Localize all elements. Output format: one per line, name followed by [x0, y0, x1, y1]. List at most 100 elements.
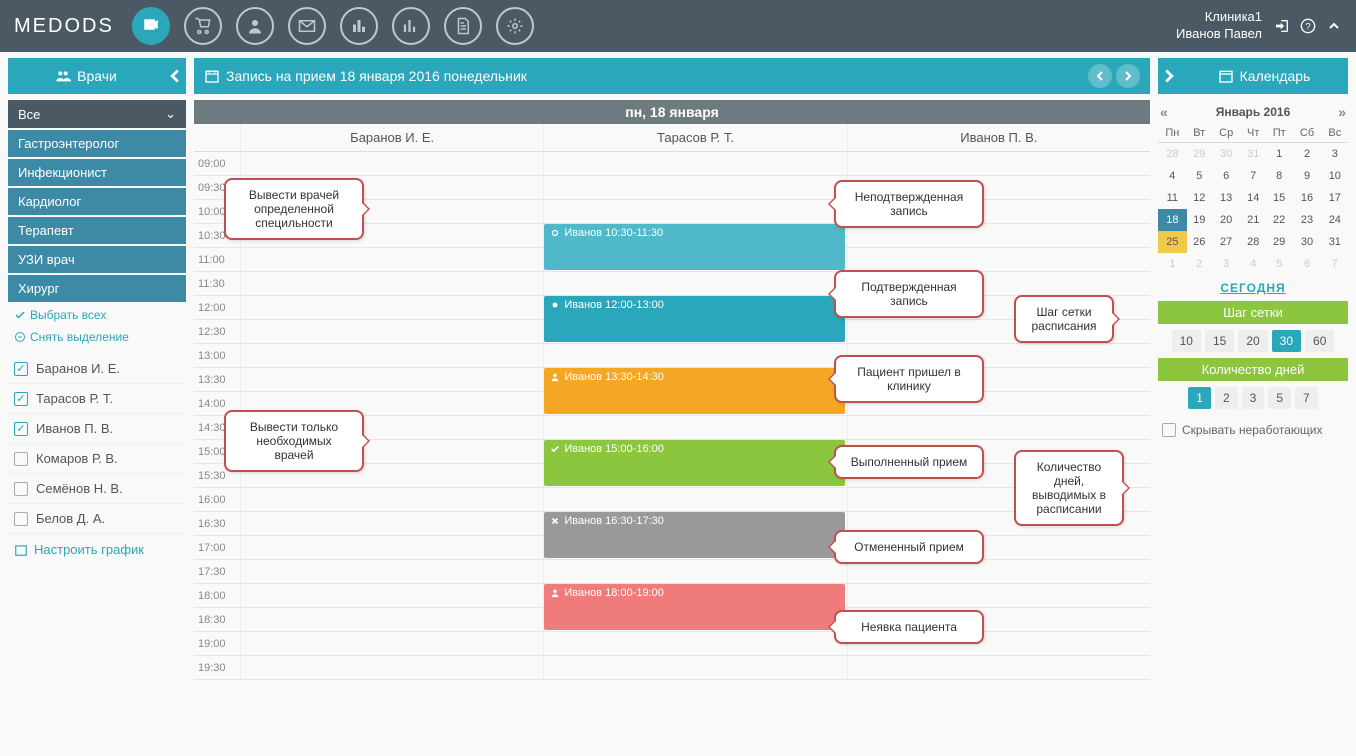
schedule-cell[interactable] [847, 152, 1150, 175]
doctor-item[interactable]: Иванов П. В. [8, 414, 186, 444]
schedule-cell[interactable] [543, 488, 846, 511]
schedule-cell[interactable] [847, 248, 1150, 271]
deselect-all-link[interactable]: Снять выделение [8, 326, 186, 348]
appointment[interactable]: Иванов 16:30-17:30 [544, 512, 844, 558]
doctor-checkbox[interactable] [14, 452, 28, 466]
calendar-day[interactable]: 30 [1212, 143, 1241, 166]
schedule-cell[interactable] [240, 488, 543, 511]
next-month-icon[interactable]: » [1338, 104, 1346, 120]
days-count-button[interactable]: 5 [1268, 387, 1291, 409]
spec-item[interactable]: Кардиолог [8, 188, 186, 215]
schedule-cell[interactable] [240, 248, 543, 271]
calendar-day[interactable]: 7 [1241, 165, 1266, 187]
appointment[interactable]: Иванов 12:00-13:00 [544, 296, 844, 342]
calendar-day[interactable]: 4 [1158, 165, 1187, 187]
doctor-checkbox[interactable] [14, 482, 28, 496]
nav-patient-icon[interactable] [236, 7, 274, 45]
calendar-day[interactable]: 14 [1241, 187, 1266, 209]
calendar-day[interactable]: 9 [1292, 165, 1321, 187]
calendar-day[interactable]: 13 [1212, 187, 1241, 209]
days-count-button[interactable]: 3 [1242, 387, 1265, 409]
grid-step-button[interactable]: 30 [1272, 330, 1301, 352]
appointment[interactable]: Иванов 13:30-14:30 [544, 368, 844, 414]
calendar-day[interactable]: 2 [1292, 143, 1321, 166]
calendar-day[interactable]: 15 [1266, 187, 1293, 209]
calendar-day[interactable]: 5 [1266, 253, 1293, 275]
schedule-cell[interactable] [543, 560, 846, 583]
calendar-day[interactable]: 19 [1187, 209, 1212, 231]
schedule-cell[interactable]: Иванов 13:30-14:30 [543, 368, 846, 391]
days-count-button[interactable]: 2 [1215, 387, 1238, 409]
doctor-item[interactable]: Семёнов Н. В. [8, 474, 186, 504]
schedule-cell[interactable]: Иванов 15:00-16:00 [543, 440, 846, 463]
nav-mail-icon[interactable] [288, 7, 326, 45]
calendar-day[interactable]: 17 [1322, 187, 1348, 209]
calendar-day[interactable]: 29 [1266, 231, 1293, 253]
calendar-day[interactable]: 27 [1212, 231, 1241, 253]
grid-step-button[interactable]: 60 [1305, 330, 1334, 352]
schedule-cell[interactable]: Иванов 18:00-19:00 [543, 584, 846, 607]
help-icon[interactable]: ? [1300, 18, 1316, 34]
schedule-cell[interactable] [240, 560, 543, 583]
schedule-cell[interactable] [543, 200, 846, 223]
doctor-checkbox[interactable] [14, 392, 28, 406]
calendar-day[interactable]: 23 [1292, 209, 1321, 231]
chevron-up-icon[interactable] [1326, 18, 1342, 34]
schedule-cell[interactable] [847, 584, 1150, 607]
calendar-day[interactable]: 5 [1187, 165, 1212, 187]
logout-icon[interactable] [1274, 18, 1290, 34]
schedule-cell[interactable] [543, 656, 846, 679]
nav-org-icon[interactable] [340, 7, 378, 45]
calendar-day[interactable]: 7 [1322, 253, 1348, 275]
schedule-cell[interactable] [543, 152, 846, 175]
calendar-day[interactable]: 8 [1266, 165, 1293, 187]
grid-step-button[interactable]: 15 [1205, 330, 1234, 352]
calendar-day[interactable]: 20 [1212, 209, 1241, 231]
calendar-day[interactable]: 4 [1241, 253, 1266, 275]
today-link[interactable]: СЕГОДНЯ [1220, 281, 1285, 295]
next-day-icon[interactable] [1116, 64, 1140, 88]
doctor-checkbox[interactable] [14, 362, 28, 376]
doctor-item[interactable]: Комаров Р. В. [8, 444, 186, 474]
calendar-day[interactable]: 3 [1212, 253, 1241, 275]
calendar-day[interactable]: 3 [1322, 143, 1348, 166]
schedule-cell[interactable] [847, 416, 1150, 439]
calendar-day[interactable]: 21 [1241, 209, 1266, 231]
schedule-cell[interactable] [240, 272, 543, 295]
calendar-day[interactable]: 1 [1266, 143, 1293, 166]
grid-step-button[interactable]: 10 [1172, 330, 1201, 352]
select-all-link[interactable]: Выбрать всех [8, 304, 186, 326]
doctor-item[interactable]: Тарасов Р. Т. [8, 384, 186, 414]
calendar-day[interactable]: 25 [1158, 231, 1187, 253]
collapse-right-icon[interactable] [1158, 58, 1180, 94]
schedule-cell[interactable] [240, 632, 543, 655]
calendar-day[interactable]: 28 [1158, 143, 1187, 166]
spec-all[interactable]: Все ⌄ [8, 100, 186, 128]
schedule-cell[interactable] [847, 656, 1150, 679]
calendar-day[interactable]: 6 [1212, 165, 1241, 187]
schedule-cell[interactable] [240, 512, 543, 535]
spec-item[interactable]: Хирург [8, 275, 186, 302]
schedule-cell[interactable] [240, 152, 543, 175]
nav-appointment-icon[interactable] [132, 7, 170, 45]
calendar-day[interactable]: 22 [1266, 209, 1293, 231]
calendar-day[interactable]: 29 [1187, 143, 1212, 166]
days-count-button[interactable]: 7 [1295, 387, 1318, 409]
calendar-day[interactable]: 31 [1322, 231, 1348, 253]
spec-item[interactable]: Гастроэнтеролог [8, 130, 186, 157]
appointment[interactable]: Иванов 10:30-11:30 [544, 224, 844, 270]
schedule-cell[interactable]: Иванов 16:30-17:30 [543, 512, 846, 535]
days-count-button[interactable]: 1 [1188, 387, 1211, 409]
schedule-cell[interactable] [543, 344, 846, 367]
schedule-cell[interactable] [240, 296, 543, 319]
schedule-cell[interactable]: Иванов 12:00-13:00 [543, 296, 846, 319]
schedule-cell[interactable]: Иванов 10:30-11:30 [543, 224, 846, 247]
calendar-day[interactable]: 18 [1158, 209, 1187, 231]
appointment[interactable]: Иванов 18:00-19:00 [544, 584, 844, 630]
schedule-cell[interactable] [543, 416, 846, 439]
schedule-cell[interactable] [543, 272, 846, 295]
calendar-day[interactable]: 6 [1292, 253, 1321, 275]
schedule-cell[interactable] [240, 536, 543, 559]
spec-item[interactable]: Терапевт [8, 217, 186, 244]
calendar-day[interactable]: 10 [1322, 165, 1348, 187]
